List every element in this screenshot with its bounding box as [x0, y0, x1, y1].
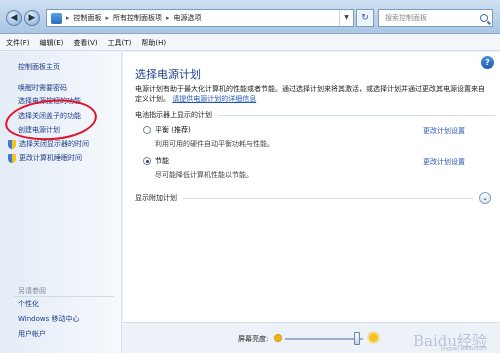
brightness-slider-track[interactable] — [285, 338, 363, 340]
menu-file[interactable]: 文件(F) — [6, 38, 30, 48]
search-input[interactable]: 搜索控制面板 — [378, 9, 493, 27]
page-description: 电源计划有助于最大化计算机的性能或者节能。通过选择计划来将其激活，或选择计划并通… — [135, 84, 487, 104]
section-header: 电池指示器上显示的计划 — [135, 110, 495, 120]
brightness-bar: 屏幕亮度: Baidu经验 jingyan.baidu.com — [123, 322, 500, 353]
baidu-watermark-url: jingyan.baidu.com — [441, 346, 488, 352]
plan-description: 尽可能降低计算机性能以节能。 — [155, 171, 253, 179]
control-panel-icon — [51, 12, 62, 24]
plan-power-saver-radio[interactable] — [143, 157, 151, 165]
main-content: ? 选择电源计划 电源计划有助于最大化计算机的性能或者节能。通过选择计划来将其激… — [123, 52, 500, 322]
see-also-user-accounts[interactable]: 用户帐户 — [18, 329, 46, 339]
brightness-label: 屏幕亮度: — [238, 335, 269, 343]
search-placeholder: 搜索控制面板 — [385, 14, 427, 22]
menu-edit[interactable]: 编辑(E) — [40, 38, 64, 48]
page-title: 选择电源计划 — [135, 68, 201, 81]
see-also-personalization[interactable]: 个性化 — [18, 299, 39, 309]
refresh-icon[interactable]: ↻ — [356, 9, 374, 27]
menu-help[interactable]: 帮助(H) — [141, 38, 166, 48]
chevron-down-icon[interactable]: ⌄ — [479, 192, 491, 204]
shield-icon — [8, 139, 16, 149]
brightness-slider-thumb[interactable] — [353, 332, 360, 345]
breadcrumb-separator: ▸ — [166, 14, 170, 22]
menu-tools[interactable]: 工具(T) — [108, 38, 132, 48]
divider — [183, 197, 473, 199]
plan-description: 利用可用的硬件自动平衡功耗与性能。 — [155, 140, 274, 148]
change-plan-settings-link[interactable]: 更改计划设置 — [423, 157, 465, 167]
back-arrow-icon[interactable]: ◀ — [6, 10, 22, 26]
section-header-label: 电池指示器上显示的计划 — [135, 111, 212, 119]
breadcrumb-item[interactable]: 所有控制面板项 — [113, 13, 162, 23]
address-bar[interactable]: ▸ 控制面板 ▸ 所有控制面板项 ▸ 电源选项 ▼ — [46, 9, 354, 27]
shield-icon — [8, 153, 16, 163]
plan-balanced: 平衡 (推荐) 利用可用的硬件自动平衡功耗与性能。 — [143, 125, 274, 149]
address-toolbar: ◀ ▶ ▸ 控制面板 ▸ 所有控制面板项 ▸ 电源选项 ▼ ↻ 搜索控制面板 — [0, 0, 500, 34]
bright-sun-icon — [369, 333, 378, 342]
see-also-mobility-center[interactable]: Windows 移动中心 — [18, 314, 79, 324]
menu-bar: 文件(F) 编辑(E) 查看(V) 工具(T) 帮助(H) — [0, 35, 500, 51]
show-more-plans-label: 显示附加计划 — [135, 194, 177, 202]
dim-sun-icon — [275, 335, 281, 341]
address-dropdown-icon[interactable]: ▼ — [339, 10, 353, 26]
see-also-heading: 另请参阅 — [18, 287, 46, 295]
breadcrumb-separator: ▸ — [105, 14, 110, 22]
divider — [218, 114, 495, 116]
sidebar-item-label: 更改计算机睡眠时间 — [19, 154, 82, 162]
plan-balanced-radio[interactable] — [143, 126, 151, 134]
breadcrumb-separator: ▸ — [66, 14, 70, 22]
sidebar-item-wake-password[interactable]: 唤醒时需要密码 — [18, 83, 67, 93]
plan-details-link[interactable]: 请提供电源计划的详细信息 — [172, 95, 256, 103]
show-more-plans[interactable]: 显示附加计划 ⌄ — [135, 192, 491, 204]
sidebar-home-link[interactable]: 控制面板主页 — [18, 62, 60, 72]
sidebar-item-sleep-time[interactable]: 更改计算机睡眠时间 — [8, 153, 82, 163]
forward-arrow-icon[interactable]: ▶ — [24, 10, 40, 26]
breadcrumb-item[interactable]: 控制面板 — [74, 13, 102, 23]
plan-name[interactable]: 平衡 (推荐) — [155, 125, 191, 135]
menu-view[interactable]: 查看(V) — [73, 38, 97, 48]
breadcrumb-item[interactable]: 电源选项 — [174, 13, 202, 23]
change-plan-settings-link[interactable]: 更改计划设置 — [423, 126, 465, 136]
search-icon[interactable] — [480, 14, 488, 22]
plan-name[interactable]: 节能 — [155, 156, 169, 166]
help-icon[interactable]: ? — [481, 56, 494, 69]
sidebar: 控制面板主页 唤醒时需要密码 选择电源按钮的功能 选择关闭盖子的功能 创建电源计… — [0, 52, 122, 353]
sidebar-item-label: 选择关闭显示器的时间 — [19, 140, 89, 148]
control-panel-window: ◀ ▶ ▸ 控制面板 ▸ 所有控制面板项 ▸ 电源选项 ▼ ↻ 搜索控制面板 文… — [0, 0, 500, 353]
divider — [14, 296, 114, 297]
plan-power-saver: 节能 尽可能降低计算机性能以节能。 — [143, 156, 253, 180]
sidebar-item-display-off[interactable]: 选择关闭显示器的时间 — [8, 139, 89, 149]
